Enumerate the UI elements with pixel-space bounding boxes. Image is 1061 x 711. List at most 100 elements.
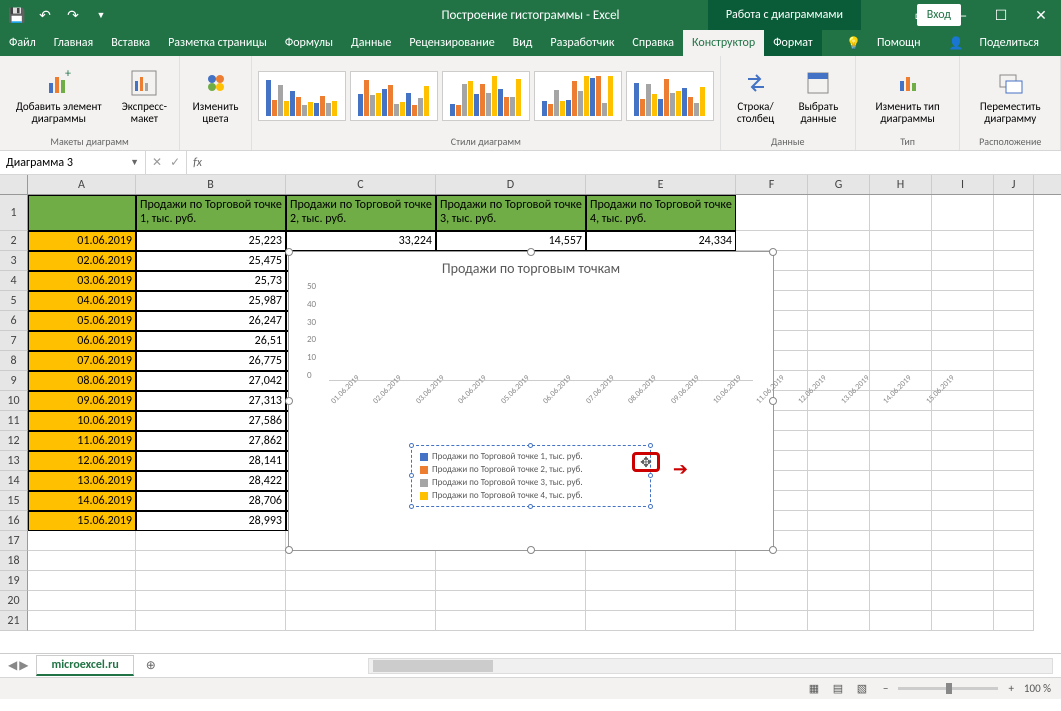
cell[interactable] xyxy=(932,431,994,451)
row-header[interactable]: 2 xyxy=(0,231,28,251)
cancel-formula-icon[interactable]: ✕ xyxy=(152,155,162,170)
row-header[interactable]: 14 xyxy=(0,471,28,491)
row-header[interactable]: 20 xyxy=(0,591,28,611)
qat-dropdown-icon[interactable]: ▼ xyxy=(88,2,114,28)
cell[interactable] xyxy=(870,591,932,611)
cell[interactable] xyxy=(736,571,808,591)
cell[interactable] xyxy=(136,571,286,591)
cell[interactable] xyxy=(736,591,808,611)
cell[interactable] xyxy=(870,571,932,591)
row-header[interactable]: 6 xyxy=(0,311,28,331)
cell[interactable]: 24,334 xyxy=(586,231,736,251)
chart-style-thumb[interactable] xyxy=(258,71,346,121)
worksheet-grid[interactable]: ABCDEFGHIJ 12345678910111213141516171819… xyxy=(0,175,1061,653)
cell[interactable] xyxy=(870,391,932,411)
add-chart-element-button[interactable]: + Добавить элемент диаграммы xyxy=(6,65,112,127)
cell[interactable] xyxy=(932,531,994,551)
cell[interactable] xyxy=(870,451,932,471)
select-all-corner[interactable] xyxy=(0,175,28,194)
cell[interactable] xyxy=(932,551,994,571)
cell[interactable]: Продажи по Торговой точке 4, тыс. руб. xyxy=(586,195,736,231)
cell[interactable] xyxy=(808,531,870,551)
row-header[interactable]: 7 xyxy=(0,331,28,351)
cell[interactable] xyxy=(436,591,586,611)
cell[interactable] xyxy=(870,431,932,451)
cell[interactable]: 06.06.2019 xyxy=(28,331,136,351)
cell[interactable] xyxy=(994,431,1034,451)
cell[interactable] xyxy=(136,591,286,611)
tab-help[interactable]: Справка xyxy=(623,30,683,56)
cell[interactable] xyxy=(870,471,932,491)
col-header[interactable]: F xyxy=(736,175,808,194)
cell[interactable]: 01.06.2019 xyxy=(28,231,136,251)
cell[interactable] xyxy=(808,491,870,511)
cell[interactable] xyxy=(994,231,1034,251)
row-header[interactable]: 3 xyxy=(0,251,28,271)
tab-developer[interactable]: Разработчик xyxy=(541,30,623,56)
tab-review[interactable]: Рецензирование xyxy=(400,30,503,56)
cell[interactable]: 07.06.2019 xyxy=(28,351,136,371)
ribbon-options-icon[interactable]: ▭ xyxy=(901,0,941,30)
switch-row-col-button[interactable]: Строка/столбец xyxy=(727,65,784,127)
cell[interactable]: 05.06.2019 xyxy=(28,311,136,331)
row-header[interactable]: 12 xyxy=(0,431,28,451)
tab-insert[interactable]: Вставка xyxy=(102,30,159,56)
tab-design[interactable]: Конструктор xyxy=(683,30,764,56)
cell[interactable]: 11.06.2019 xyxy=(28,431,136,451)
cell[interactable] xyxy=(586,571,736,591)
cell[interactable] xyxy=(932,571,994,591)
cell[interactable]: 28,993 xyxy=(136,511,286,531)
cell[interactable] xyxy=(286,611,436,631)
tab-layout[interactable]: Разметка страницы xyxy=(159,30,276,56)
col-header[interactable]: E xyxy=(586,175,736,194)
cell[interactable] xyxy=(994,471,1034,491)
cell[interactable] xyxy=(932,471,994,491)
cell[interactable]: Продажи по Торговой точке 2, тыс. руб. xyxy=(286,195,436,231)
chart-object[interactable]: Продажи по торговым точкам 01020304050 0… xyxy=(288,251,774,551)
chart-style-thumb[interactable] xyxy=(626,71,714,121)
row-header[interactable]: 18 xyxy=(0,551,28,571)
cell[interactable]: 27,042 xyxy=(136,371,286,391)
cell[interactable]: 33,224 xyxy=(286,231,436,251)
cell[interactable] xyxy=(932,195,994,231)
cell[interactable]: Продажи по Торговой точке 1, тыс. руб. xyxy=(136,195,286,231)
cell[interactable] xyxy=(994,411,1034,431)
cell[interactable]: 25,475 xyxy=(136,251,286,271)
cell[interactable]: 25,73 xyxy=(136,271,286,291)
cell[interactable] xyxy=(994,195,1034,231)
col-header[interactable]: I xyxy=(932,175,994,194)
cell[interactable]: 12.06.2019 xyxy=(28,451,136,471)
col-header[interactable]: C xyxy=(286,175,436,194)
tell-me-button[interactable]: 💡Помощн xyxy=(834,36,933,51)
row-header[interactable]: 4 xyxy=(0,271,28,291)
cell[interactable] xyxy=(808,431,870,451)
cell[interactable] xyxy=(286,571,436,591)
cell[interactable] xyxy=(932,611,994,631)
cell[interactable]: 28,141 xyxy=(136,451,286,471)
maximize-icon[interactable]: ☐ xyxy=(981,0,1021,30)
tab-file[interactable]: Файл xyxy=(0,30,45,56)
cell[interactable] xyxy=(286,551,436,571)
cell[interactable]: 03.06.2019 xyxy=(28,271,136,291)
chart-plot-area[interactable]: 01020304050 xyxy=(309,281,753,381)
cell[interactable] xyxy=(994,611,1034,631)
cell[interactable] xyxy=(994,391,1034,411)
select-data-button[interactable]: Выбрать данные xyxy=(788,65,848,127)
col-header[interactable]: J xyxy=(994,175,1034,194)
cell[interactable] xyxy=(136,611,286,631)
cell[interactable]: 04.06.2019 xyxy=(28,291,136,311)
normal-view-icon[interactable]: ▦ xyxy=(803,680,825,698)
cell[interactable] xyxy=(436,611,586,631)
cell[interactable] xyxy=(870,611,932,631)
cell[interactable] xyxy=(994,271,1034,291)
cell[interactable] xyxy=(808,411,870,431)
cell[interactable] xyxy=(994,371,1034,391)
cell[interactable] xyxy=(994,511,1034,531)
cell[interactable] xyxy=(28,195,136,231)
cell[interactable] xyxy=(28,571,136,591)
cell[interactable] xyxy=(808,551,870,571)
cell[interactable] xyxy=(28,591,136,611)
sheet-tab-active[interactable]: microexcel.ru xyxy=(36,655,133,676)
row-header[interactable]: 21 xyxy=(0,611,28,631)
chart-style-thumb[interactable] xyxy=(534,71,622,121)
